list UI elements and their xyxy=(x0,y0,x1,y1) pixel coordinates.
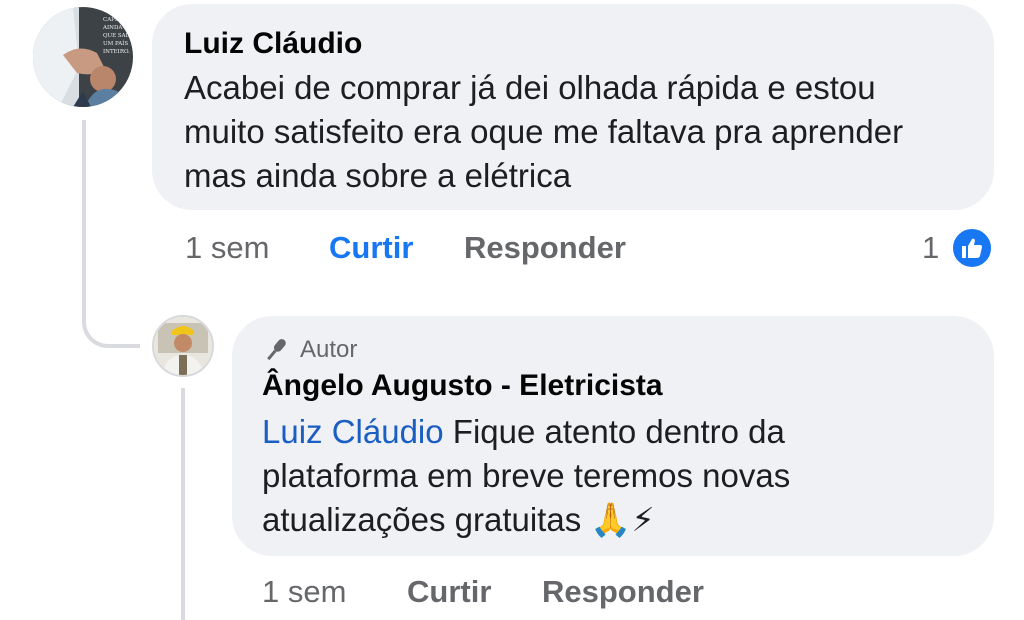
mention-link[interactable]: Luiz Cláudio xyxy=(262,413,444,450)
avatar[interactable]: CAPITÃO AINDA TE QUE SALVA UM PAÍS INTEI… xyxy=(33,7,133,107)
comment-timestamp[interactable]: 1 sem xyxy=(185,228,269,268)
svg-text:INTEIRO.: INTEIRO. xyxy=(103,49,130,55)
thumbs-up-icon[interactable] xyxy=(950,226,994,270)
reply-avatar[interactable] xyxy=(152,315,214,377)
comment-actions: 1 sem Curtir Responder xyxy=(0,228,1024,272)
author-badge: Autor xyxy=(262,336,964,364)
author-badge-label: Autor xyxy=(300,336,358,363)
microphone-icon xyxy=(267,339,286,361)
comment-bubble: Luiz Cláudio Acabei de comprar já dei ol… xyxy=(152,4,994,210)
comment-author-name[interactable]: Luiz Cláudio xyxy=(184,26,964,62)
reply-emojis: 🙏⚡ xyxy=(590,500,655,539)
reaction-count[interactable]: 1 xyxy=(922,228,939,268)
reply-text-block: Luiz Cláudio Fique atento dentro da plat… xyxy=(262,410,862,542)
reply-timestamp[interactable]: 1 sem xyxy=(262,572,346,612)
reply-like-button[interactable]: Curtir xyxy=(407,572,491,612)
reply-actions: 1 sem Curtir Responder xyxy=(0,572,1024,616)
svg-text:UM PAÍS: UM PAÍS xyxy=(103,40,128,47)
reply-author-name[interactable]: Ângelo Augusto - Eletricista xyxy=(262,368,964,404)
svg-text:AINDA TE: AINDA TE xyxy=(102,25,132,31)
reply-reply-button[interactable]: Responder xyxy=(542,572,704,612)
reply-bubble: Autor Ângelo Augusto - Eletricista Luiz … xyxy=(232,316,994,556)
svg-text:QUE SALVA: QUE SALVA xyxy=(103,33,133,39)
avatar-caption: CAPITÃO xyxy=(103,15,129,23)
like-button[interactable]: Curtir xyxy=(329,228,413,268)
reply-button[interactable]: Responder xyxy=(464,228,626,268)
comment-text: Acabei de comprar já dei olhada rápida e… xyxy=(184,69,904,194)
